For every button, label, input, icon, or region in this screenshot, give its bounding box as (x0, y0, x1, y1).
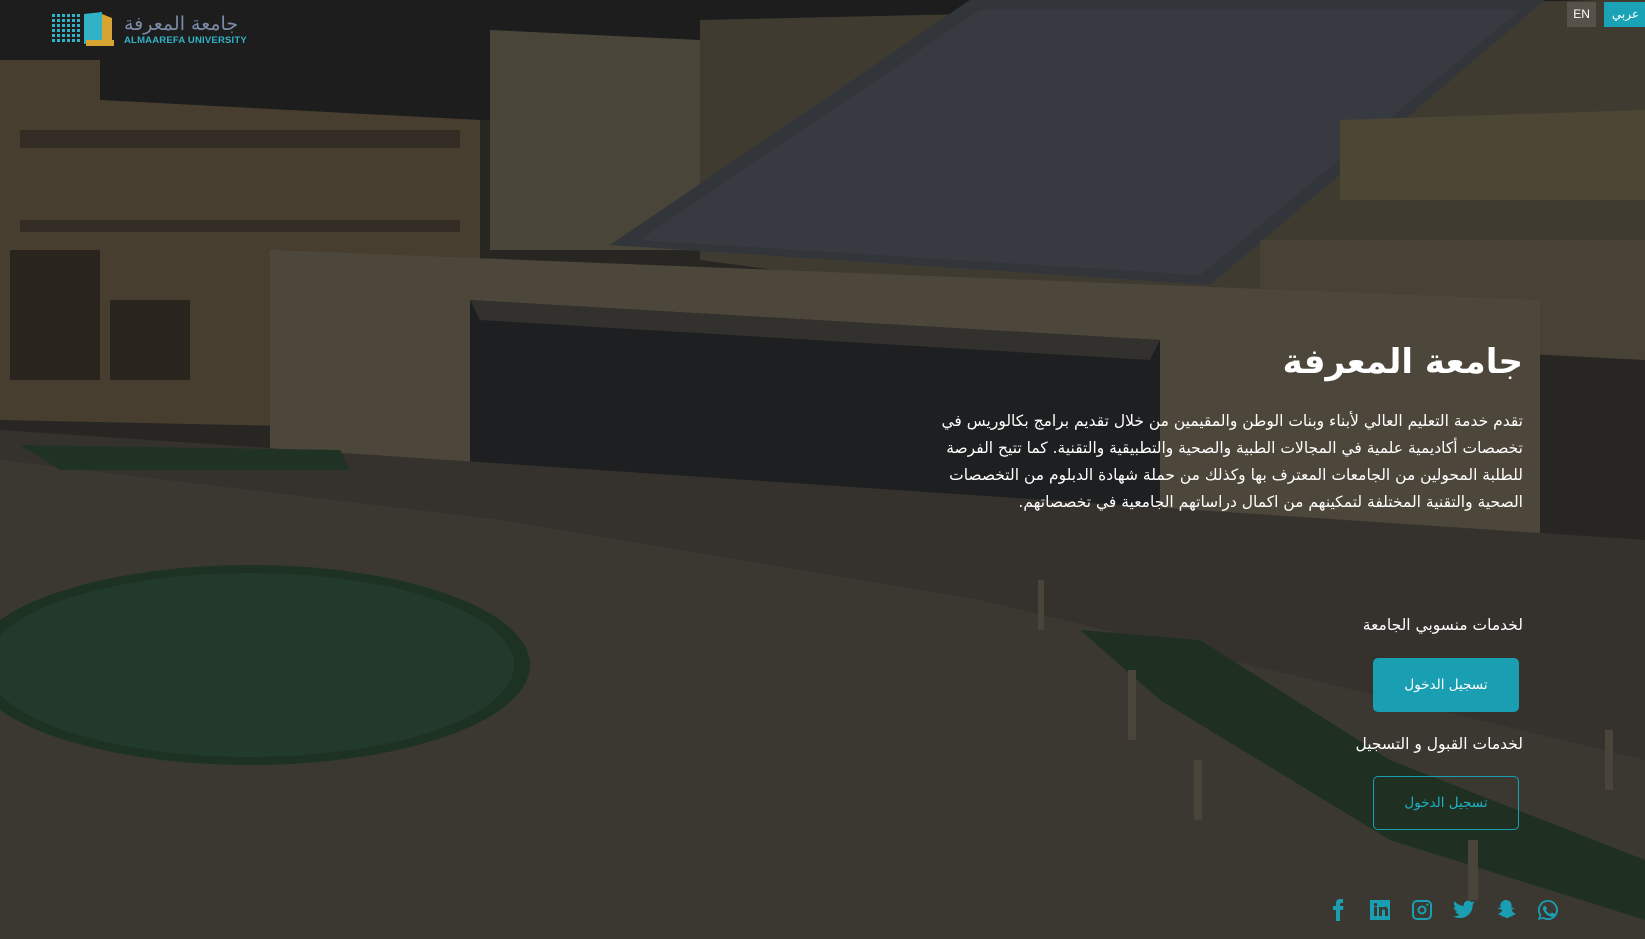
hero-content: جامعة المعرفة تقدم خدمة التعليم العالي ل… (923, 340, 1524, 516)
staff-services-label: لخدمات منسوبي الجامعة (1362, 616, 1523, 634)
language-switcher: EN عربي (1567, 2, 1645, 27)
admission-login-button[interactable]: تسجيل الدخول (1373, 776, 1519, 830)
snapchat-icon[interactable] (1493, 897, 1519, 923)
hero-description: تقدم خدمة التعليم العالي لأبناء وبنات ال… (941, 412, 1524, 512)
facebook-icon[interactable] (1325, 897, 1351, 923)
logo-mark-icon (52, 12, 114, 46)
language-ar-button[interactable]: عربي (1603, 2, 1645, 27)
logo-english-name: ALMAAREFA UNIVERSITY (124, 34, 247, 46)
staff-login-button[interactable]: تسجيل الدخول (1373, 658, 1519, 712)
admission-services-label: لخدمات القبول و التسجيل (1355, 735, 1523, 753)
page-title: جامعة المعرفة (1282, 342, 1523, 382)
language-en-button[interactable]: EN (1567, 2, 1596, 27)
social-links (1325, 897, 1561, 923)
twitter-icon[interactable] (1451, 897, 1477, 923)
logo-arabic-name: جامعة المعرفة (124, 12, 239, 35)
university-logo[interactable]: جامعة المعرفة ALMAAREFA UNIVERSITY (52, 10, 247, 50)
whatsapp-icon[interactable] (1535, 897, 1561, 923)
instagram-icon[interactable] (1409, 897, 1435, 923)
linkedin-icon[interactable] (1367, 897, 1393, 923)
